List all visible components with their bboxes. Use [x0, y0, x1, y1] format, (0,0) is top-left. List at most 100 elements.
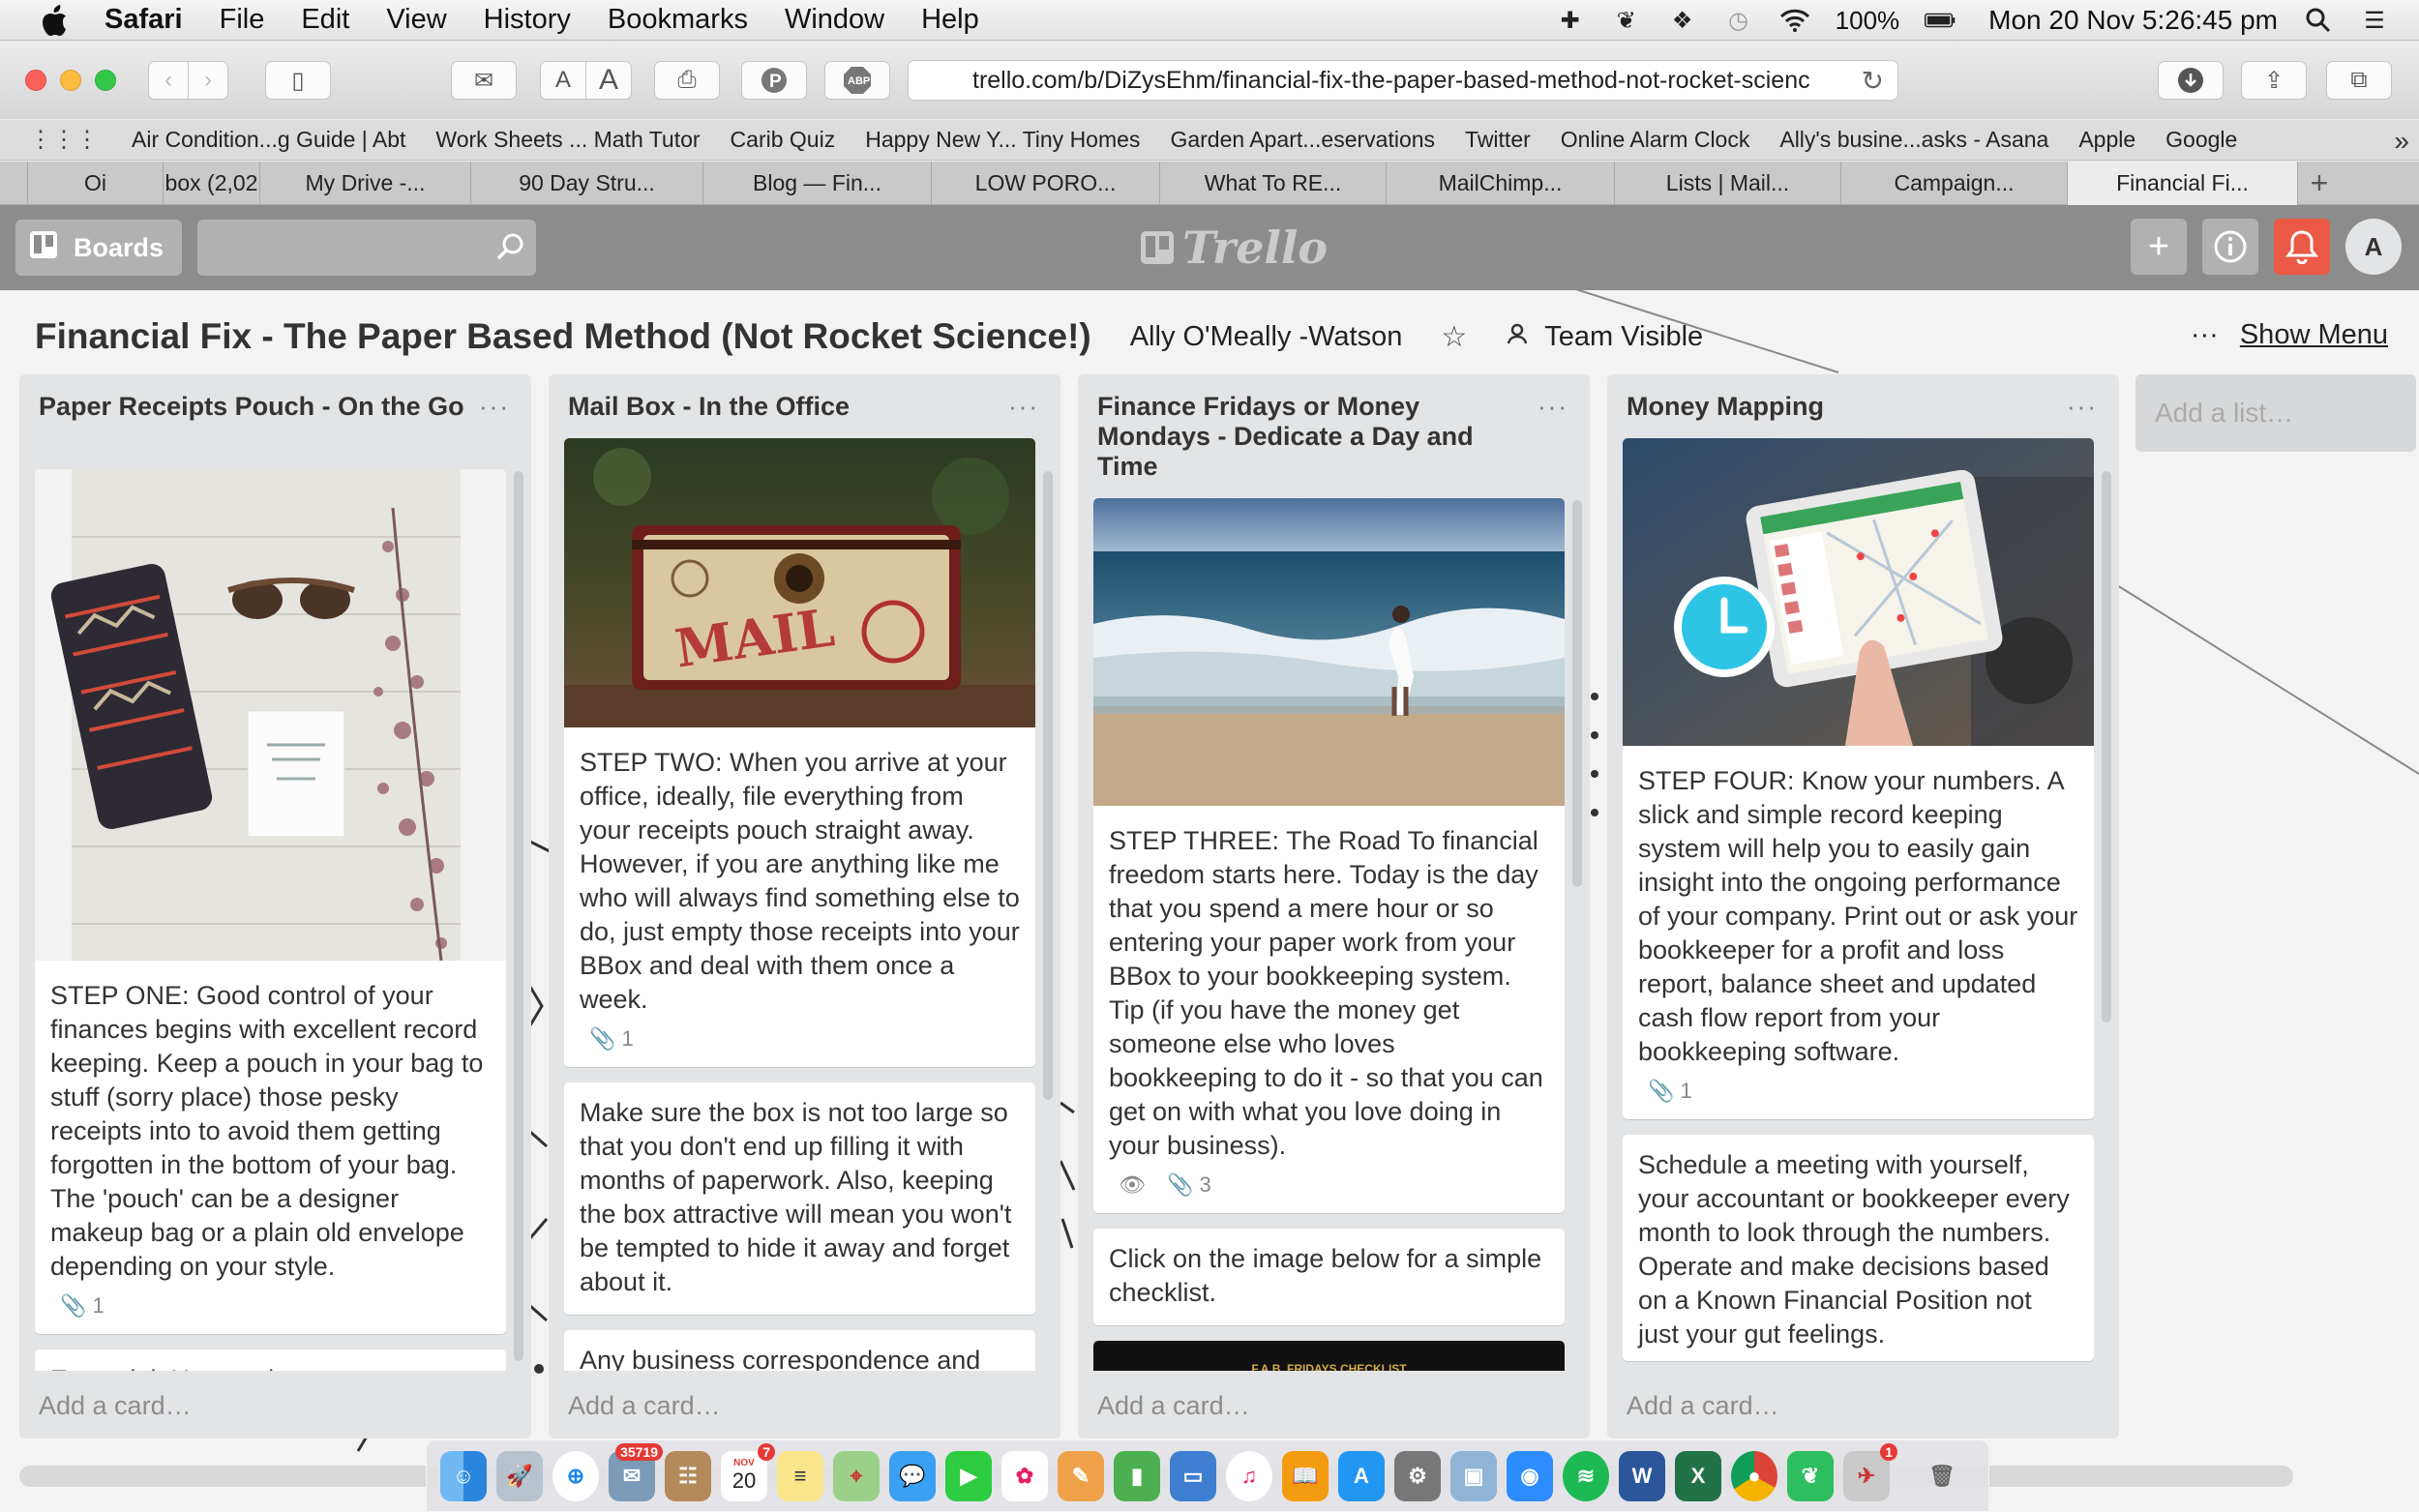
tab[interactable]: Blog — Fin...: [702, 162, 931, 205]
visibility-button[interactable]: Team Visible: [1506, 321, 1703, 353]
plus-status-icon[interactable]: ✚: [1555, 7, 1586, 34]
pinterest-icon[interactable]: P: [741, 61, 807, 100]
bookmark-item[interactable]: Work Sheets ... Math Tutor: [435, 127, 700, 153]
preview-icon[interactable]: ▣: [1450, 1450, 1497, 1501]
bookmark-item[interactable]: Happy New Y... Tiny Homes: [865, 127, 1140, 153]
menu-history[interactable]: History: [484, 4, 571, 36]
numbers-icon[interactable]: ▮: [1114, 1450, 1160, 1501]
forward-button[interactable]: ›: [188, 61, 228, 100]
card[interactable]: STEP THREE: The Road To financial freedo…: [1093, 498, 1565, 1213]
tab[interactable]: Inbox (2,02...: [163, 162, 259, 205]
messages-icon[interactable]: 💬: [889, 1450, 936, 1501]
card[interactable]: STEP FOUR: Know your numbers. A slick an…: [1623, 438, 2094, 1119]
zoom-window-button[interactable]: [95, 70, 116, 91]
ibooks-icon[interactable]: 📖: [1282, 1450, 1329, 1501]
sidebar-toggle-icon[interactable]: ▯: [265, 61, 331, 100]
add-list-input[interactable]: Add a list…: [2135, 374, 2416, 452]
bookmark-item[interactable]: Apple: [2078, 127, 2135, 153]
list-title[interactable]: Money Mapping: [1627, 392, 2052, 422]
tab-overview-icon[interactable]: ⧉: [2326, 61, 2392, 100]
add-card-button[interactable]: Add a card…: [568, 1391, 721, 1421]
tab[interactable]: What To RE...: [1159, 162, 1386, 205]
tab[interactable]: Oi: [27, 162, 163, 205]
menu-file[interactable]: File: [220, 4, 265, 36]
close-window-button[interactable]: [25, 70, 46, 91]
system-preferences-icon[interactable]: ⚙: [1394, 1450, 1441, 1501]
list-menu-icon[interactable]: ···: [1008, 392, 1039, 422]
list-menu-icon[interactable]: ···: [479, 392, 510, 422]
card[interactable]: F.A.B. FRIDAYS CHECKLIST: [1093, 1341, 1565, 1371]
reload-icon[interactable]: ↻: [1862, 65, 1884, 97]
notifications-bell-icon[interactable]: [2274, 219, 2330, 275]
menu-view[interactable]: View: [386, 4, 446, 36]
print-icon[interactable]: ⎙: [654, 61, 720, 100]
show-menu-button[interactable]: ··· Show Menu: [2191, 319, 2388, 351]
launchpad-icon[interactable]: 🚀: [496, 1450, 543, 1501]
boards-button[interactable]: Boards: [15, 220, 182, 276]
new-tab-button[interactable]: +: [2297, 162, 2341, 204]
keynote-icon[interactable]: ▭: [1170, 1450, 1216, 1501]
text-larger-button[interactable]: A: [585, 61, 632, 100]
pages-icon[interactable]: ✎: [1058, 1450, 1104, 1501]
menu-bookmarks[interactable]: Bookmarks: [608, 4, 748, 36]
member-avatar[interactable]: A: [2345, 219, 2402, 275]
chrome-icon[interactable]: ●: [1731, 1450, 1777, 1501]
dropbox-icon[interactable]: ❖: [1667, 7, 1698, 34]
bookmark-item[interactable]: Twitter: [1465, 127, 1531, 153]
list-scrollbar[interactable]: [514, 471, 523, 1361]
maps-icon[interactable]: ⌖: [833, 1450, 880, 1501]
card[interactable]: MAIL STEP TWO: When you arrive at your o…: [564, 438, 1035, 1067]
top-sites-grid-icon[interactable]: ⋮⋮⋮: [29, 126, 99, 154]
menu-help[interactable]: Help: [921, 4, 979, 36]
apple-icon[interactable]: [37, 3, 72, 38]
list-scrollbar[interactable]: [2102, 471, 2111, 1023]
spotlight-search-icon[interactable]: [2303, 7, 2334, 34]
bookmark-item[interactable]: Air Condition...g Guide | Abt: [132, 127, 405, 153]
finder-icon[interactable]: ☺: [440, 1450, 487, 1501]
battery-icon[interactable]: [1925, 7, 1956, 34]
more-bookmarks-chevron-icon[interactable]: »: [2394, 126, 2409, 157]
list-title[interactable]: Finance Fridays or Money Mondays - Dedic…: [1097, 392, 1523, 482]
card[interactable]: STEP ONE: Good control of your finances …: [35, 469, 506, 1334]
board-title[interactable]: Financial Fix - The Paper Based Method (…: [35, 316, 1091, 357]
safari-icon[interactable]: ⊕: [552, 1450, 599, 1501]
menu-app-name[interactable]: Safari: [105, 4, 183, 36]
tab[interactable]: Campaign...: [1840, 162, 2067, 205]
list-title[interactable]: Paper Receipts Pouch - On the Go: [39, 392, 464, 422]
text-smaller-button[interactable]: A: [540, 61, 586, 100]
wifi-icon[interactable]: [1779, 7, 1810, 34]
add-card-button[interactable]: Add a card…: [39, 1391, 192, 1421]
list-menu-icon[interactable]: ···: [1538, 392, 1568, 422]
spotify-icon[interactable]: ≋: [1563, 1450, 1609, 1501]
zoom-icon[interactable]: ◉: [1507, 1450, 1553, 1501]
tab[interactable]: My Drive -...: [259, 162, 470, 205]
word-icon[interactable]: W: [1619, 1450, 1665, 1501]
address-bar[interactable]: trello.com/b/DiZysEhm/financial-fix-the-…: [908, 60, 1898, 101]
evernote-icon[interactable]: ❦: [1611, 7, 1642, 34]
tab-active[interactable]: Financial Fi...: [2067, 162, 2297, 205]
star-icon[interactable]: ☆: [1441, 320, 1467, 354]
back-button[interactable]: ‹: [148, 61, 189, 100]
list-menu-icon[interactable]: ···: [2067, 392, 2098, 422]
card[interactable]: Click on the image below for a simple ch…: [1093, 1229, 1565, 1325]
share-icon[interactable]: ⇪: [2241, 61, 2307, 100]
bookmark-item[interactable]: Online Alarm Clock: [1561, 127, 1750, 153]
card[interactable]: Make sure the box is not too large so th…: [564, 1082, 1035, 1315]
notification-center-icon[interactable]: ☰: [2359, 7, 2390, 34]
board-owner[interactable]: Ally O'Meally -Watson: [1130, 321, 1403, 353]
list-scrollbar[interactable]: [1572, 500, 1582, 887]
menubar-clock[interactable]: Mon 20 Nov 5:26:45 pm: [1988, 5, 2278, 36]
bookmark-item[interactable]: Ally's busine...asks - Asana: [1779, 127, 2048, 153]
info-icon[interactable]: [2202, 219, 2258, 275]
notes-icon[interactable]: ≡: [777, 1450, 823, 1501]
evernote-dock-icon[interactable]: ❦: [1787, 1450, 1834, 1501]
tab[interactable]: MailChimp...: [1386, 162, 1614, 205]
contacts-icon[interactable]: ☷: [665, 1450, 711, 1501]
tab[interactable]: 90 Day Stru...: [470, 162, 702, 205]
adblock-icon[interactable]: ABP: [824, 61, 890, 100]
minimize-window-button[interactable]: [60, 70, 81, 91]
menu-window[interactable]: Window: [785, 4, 884, 36]
list-scrollbar[interactable]: [1043, 471, 1053, 1100]
trash-icon[interactable]: 🗑: [1919, 1451, 1965, 1501]
installer-icon[interactable]: ✈ 1: [1843, 1442, 1897, 1501]
